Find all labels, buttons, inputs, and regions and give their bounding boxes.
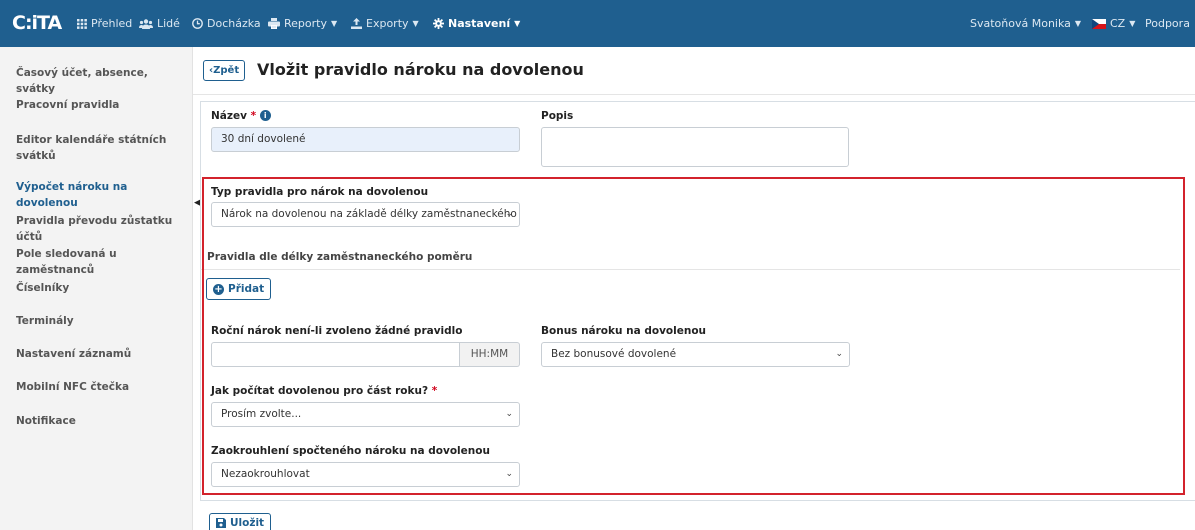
- sidebar-item-editor-kalendare[interactable]: Editor kalendáře státních svátků: [16, 132, 186, 164]
- czech-flag-icon: [1092, 18, 1106, 29]
- export-icon: [351, 18, 362, 29]
- caret-down-icon: ▼: [1129, 19, 1136, 28]
- caret-down-icon: ▼: [1074, 19, 1082, 28]
- sidebar-item-nastaveni-zaznamu[interactable]: Nastavení záznamů: [16, 346, 186, 362]
- nav-item-lide[interactable]: Lidé: [139, 17, 180, 30]
- app-logo[interactable]: C:iTA: [12, 12, 62, 34]
- name-input[interactable]: 30 dní dovolené: [211, 127, 520, 152]
- description-label: Popis: [541, 110, 574, 122]
- header-divider: [193, 94, 1195, 95]
- nav-label: Exporty: [366, 17, 409, 30]
- sidebar-item-notifikace[interactable]: Notifikace: [16, 413, 186, 429]
- language-menu[interactable]: CZ ▼: [1092, 17, 1135, 30]
- clock-icon: [192, 18, 203, 29]
- gear-icon: [433, 18, 444, 29]
- nav-item-nastaveni[interactable]: Nastavení ▼: [433, 17, 520, 30]
- print-icon: [268, 18, 280, 29]
- nav-label: Nastavení: [448, 17, 511, 30]
- support-label: Podpora: [1145, 17, 1190, 30]
- name-label: Název * i: [211, 110, 271, 122]
- top-navbar: C:iTA Přehled Lidé Docházka Reporty ▼ Ex…: [0, 0, 1195, 47]
- nav-item-dochazka[interactable]: Docházka: [192, 17, 261, 30]
- save-label: Uložit: [230, 517, 265, 529]
- language-code: CZ: [1110, 17, 1126, 30]
- grid-icon: [77, 18, 87, 29]
- caret-down-icon: ▼: [412, 19, 419, 28]
- description-textarea[interactable]: [541, 127, 849, 167]
- user-menu[interactable]: Svatoňová Monika ▼: [970, 17, 1081, 30]
- caret-down-icon: ▼: [330, 19, 338, 28]
- save-button[interactable]: Uložit: [209, 513, 272, 530]
- nav-item-prehled[interactable]: Přehled: [77, 17, 132, 30]
- nav-label: Přehled: [91, 17, 133, 30]
- sidebar-item-pole-sledovana[interactable]: Pole sledovaná u zaměstnanců: [16, 246, 186, 278]
- sidebar-item-pracovni-pravidla[interactable]: Pracovní pravidla: [16, 97, 186, 113]
- nav-item-reporty[interactable]: Reporty ▼: [268, 17, 337, 30]
- floppy-disk-icon: [216, 518, 226, 528]
- users-icon: [139, 18, 153, 29]
- page-title: Vložit pravidlo nároku na dovolenou: [257, 60, 584, 79]
- sidebar-item-vypocet-naroku[interactable]: Výpočet nároku na dovolenou: [16, 179, 186, 211]
- nav-label: Docházka: [207, 17, 261, 30]
- support-menu[interactable]: Podpora: [1145, 17, 1190, 30]
- nav-label: Lidé: [157, 17, 180, 30]
- sidebar-item-ciselniky[interactable]: Číselníky: [16, 280, 186, 296]
- back-button[interactable]: ‹Zpět: [203, 60, 246, 81]
- back-label: Zpět: [213, 65, 240, 76]
- sidebar-item-terminaly[interactable]: Terminály: [16, 313, 186, 329]
- caret-down-icon: ▼: [514, 19, 521, 28]
- sidebar-item-mobilni-nfc[interactable]: Mobilní NFC čtečka: [16, 379, 186, 395]
- highlight-box: [202, 177, 1185, 495]
- nav-label: Reporty: [284, 17, 327, 30]
- user-name: Svatoňová Monika: [970, 17, 1071, 30]
- info-icon[interactable]: i: [259, 110, 271, 121]
- sidebar-item-casovy-ucet[interactable]: Časový účet, absence, svátky: [16, 65, 186, 97]
- nav-item-exporty[interactable]: Exporty ▼: [351, 17, 419, 30]
- sidebar-item-pravidla-prevodu[interactable]: Pravidla převodu zůstatku účtů: [16, 213, 186, 245]
